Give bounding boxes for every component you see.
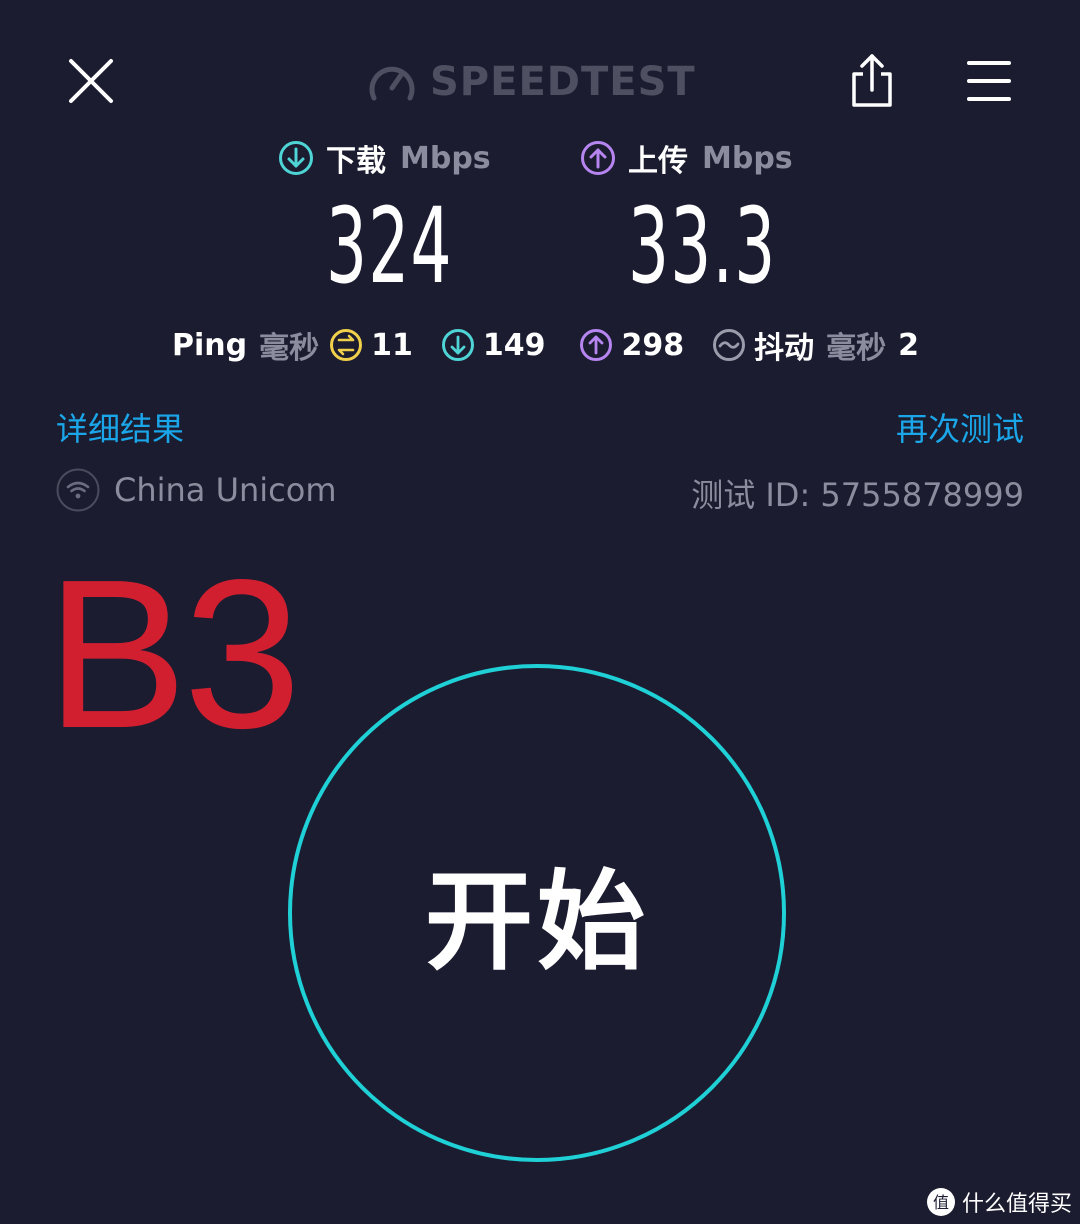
wifi-icon — [56, 468, 100, 512]
jitter-label: 抖动 — [754, 331, 815, 366]
details-link[interactable]: 详细结果 — [56, 404, 184, 450]
menu-icon — [967, 61, 1011, 101]
watermark-text: 什么值得买 — [961, 1192, 1072, 1217]
download-header: 下载 Mbps — [278, 136, 491, 180]
start-label: 开始 — [424, 860, 649, 985]
share-button[interactable] — [848, 52, 896, 110]
jitter-icon — [713, 329, 746, 361]
ping-row: Ping 毫秒 11 149 298 抖动 毫秒 2 — [172, 320, 919, 370]
isp-row: China Unicom — [56, 466, 337, 514]
ping-download-icon — [441, 329, 474, 361]
jitter-unit: 毫秒 — [826, 331, 887, 366]
download-unit: Mbps — [400, 140, 491, 176]
speedtest-logo: SPEEDTEST — [368, 56, 718, 108]
upload-label: 上传 — [628, 144, 688, 179]
jitter-value: 2 — [898, 327, 919, 363]
ping-unit: 毫秒 — [259, 331, 320, 366]
ping-icon — [330, 329, 363, 361]
ping-upload-value: 298 — [621, 327, 685, 363]
isp-name: China Unicom — [114, 471, 337, 509]
upload-unit: Mbps — [702, 140, 793, 176]
ping-download-value: 149 — [482, 327, 546, 363]
ping-idle-value: 11 — [371, 327, 413, 363]
close-icon — [69, 59, 113, 103]
download-label: 下载 — [326, 144, 386, 179]
menu-button[interactable] — [966, 58, 1012, 104]
logo-text: SPEEDTEST — [430, 59, 696, 105]
upload-value: 33.3 — [628, 185, 777, 307]
speedometer-icon — [369, 66, 415, 101]
watermark-logo-glyph: 值 — [933, 1193, 949, 1212]
upload-arrow-icon — [581, 141, 615, 175]
download-arrow-icon — [279, 141, 313, 175]
ping-label: Ping — [172, 327, 248, 363]
close-button[interactable] — [66, 56, 116, 106]
upload-header: 上传 Mbps — [580, 136, 793, 180]
test-id: 测试 ID: 5755878999 — [691, 476, 1024, 514]
start-button[interactable]: 开始 — [288, 664, 786, 1162]
overlay-label: B3 — [46, 535, 301, 772]
retest-link[interactable]: 再次测试 — [896, 404, 1024, 450]
watermark: 值 什么值得买 — [926, 1184, 1072, 1220]
watermark-logo-icon: 值 — [926, 1188, 955, 1216]
share-icon — [852, 54, 892, 107]
download-value: 324 — [326, 185, 453, 307]
ping-upload-icon — [580, 329, 613, 361]
